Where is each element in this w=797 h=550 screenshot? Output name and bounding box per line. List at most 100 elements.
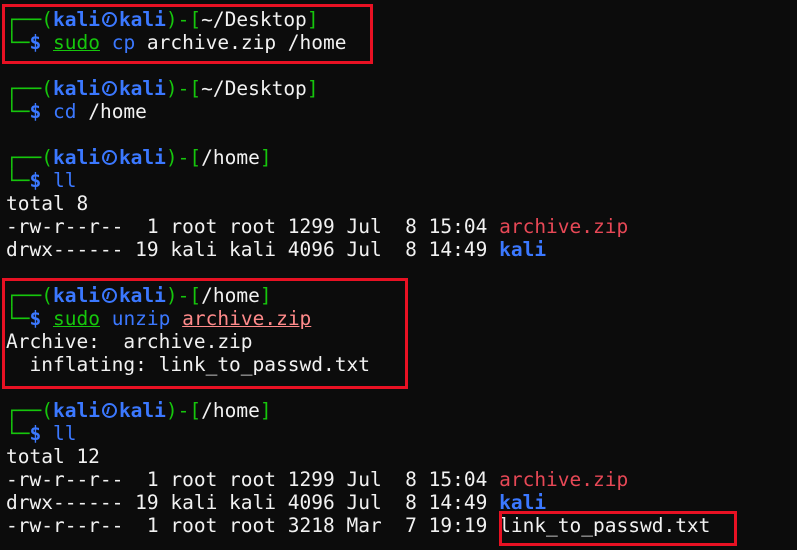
- prompt-user: kali: [52, 77, 100, 100]
- prompt-corner-top: ┌──(: [6, 399, 53, 422]
- kali-dragon-icon: [101, 81, 117, 96]
- prompt-dir-open: )-[: [165, 77, 202, 100]
- prompt-corner-bottom: └─: [6, 169, 30, 192]
- prompt-corner-top: ┌──(: [6, 8, 53, 31]
- prompt-corner-bottom: └─: [6, 31, 30, 54]
- command-token: archive.zip /home: [135, 31, 347, 54]
- prompt-dir-open: )-[: [165, 399, 202, 422]
- prompt-host: kali: [118, 284, 166, 307]
- command-token: unzip: [111, 307, 171, 330]
- command-token: [100, 307, 112, 330]
- file-name: kali: [499, 238, 547, 261]
- output-text: Archive: archive.zip: [6, 330, 253, 353]
- prompt-corner-bottom: └─: [6, 422, 30, 445]
- prompt-corner-top: ┌──(: [6, 284, 53, 307]
- prompt-dir-open: )-[: [165, 8, 202, 31]
- file-name: link_to_passwd.txt: [499, 514, 711, 537]
- file-name: archive.zip: [499, 215, 629, 238]
- prompt-user: kali: [52, 146, 100, 169]
- prompt-corner-bottom: └─: [6, 307, 30, 330]
- prompt-dir-open: )-[: [165, 284, 202, 307]
- output-line: drwx------ 19 kali kali 4096 Jul 8 14:49…: [6, 491, 710, 514]
- prompt-dir-close: ]: [259, 399, 272, 422]
- command-token: ll: [52, 422, 77, 445]
- prompt-user: kali: [52, 284, 100, 307]
- prompt-dir-close: ]: [306, 8, 319, 31]
- output-text: total 12: [6, 445, 100, 468]
- command-line: └─$ cd /home: [6, 100, 710, 123]
- command-line: └─$ ll: [6, 422, 710, 445]
- kali-dragon-icon: [101, 288, 117, 303]
- prompt-header-line: ┌──(kali kali)-[~/Desktop]: [6, 77, 710, 100]
- command-line: └─$ sudo cp archive.zip /home: [6, 31, 710, 54]
- prompt-dir-open: )-[: [165, 146, 202, 169]
- prompt-header-line: ┌──(kali kali)-[/home]: [6, 399, 710, 422]
- prompt-directory: /home: [201, 146, 260, 169]
- prompt-user: kali: [52, 8, 100, 31]
- command-token: ll: [52, 169, 77, 192]
- prompt-host: kali: [118, 77, 166, 100]
- output-line: total 8: [6, 192, 710, 215]
- command-token: [170, 307, 182, 330]
- command-token: cd: [52, 100, 77, 123]
- command-line: └─$ sudo unzip archive.zip: [6, 307, 710, 330]
- prompt-user: kali: [52, 399, 100, 422]
- prompt-host: kali: [118, 146, 166, 169]
- command-token: /home: [76, 100, 147, 123]
- prompt-dollar: $: [29, 307, 42, 330]
- command-token: archive.zip: [182, 307, 312, 330]
- prompt-dir-close: ]: [259, 146, 272, 169]
- command-token: [100, 31, 112, 54]
- output-text: -rw-r--r-- 1 root root 1299 Jul 8 15:04: [6, 468, 500, 491]
- output-line: -rw-r--r-- 1 root root 1299 Jul 8 15:04 …: [6, 215, 710, 238]
- prompt-directory: /home: [201, 284, 260, 307]
- output-text: drwx------ 19 kali kali 4096 Jul 8 14:49: [6, 491, 500, 514]
- prompt-header-line: ┌──(kali kali)-[/home]: [6, 284, 710, 307]
- file-name: archive.zip: [499, 468, 629, 491]
- prompt-host: kali: [118, 399, 166, 422]
- output-line: drwx------ 19 kali kali 4096 Jul 8 14:49…: [6, 238, 710, 261]
- kali-dragon-icon: [101, 150, 117, 165]
- prompt-corner-top: ┌──(: [6, 77, 53, 100]
- command-token: sudo: [52, 31, 100, 54]
- output-line: -rw-r--r-- 1 root root 1299 Jul 8 15:04 …: [6, 468, 710, 491]
- prompt-directory: ~/Desktop: [201, 8, 307, 31]
- file-name: kali: [499, 491, 547, 514]
- output-line: Archive: archive.zip: [6, 330, 710, 353]
- output-line: -rw-r--r-- 1 root root 3218 Mar 7 19:19 …: [6, 514, 710, 537]
- kali-dragon-icon: [101, 403, 117, 418]
- prompt-dollar: $: [29, 422, 42, 445]
- output-text: -rw-r--r-- 1 root root 3218 Mar 7 19:19: [6, 514, 500, 537]
- command-line: └─$ ll: [6, 169, 710, 192]
- prompt-dollar: $: [29, 31, 42, 54]
- prompt-header-line: ┌──(kali kali)-[/home]: [6, 146, 710, 169]
- output-line: inflating: link_to_passwd.txt: [6, 353, 710, 376]
- output-text: total 8: [6, 192, 89, 215]
- prompt-host: kali: [118, 8, 166, 31]
- prompt-dollar: $: [29, 169, 42, 192]
- prompt-directory: /home: [201, 399, 260, 422]
- prompt-corner-bottom: └─: [6, 100, 30, 123]
- command-token: cp: [111, 31, 136, 54]
- output-text: drwx------ 19 kali kali 4096 Jul 8 14:49: [6, 238, 500, 261]
- output-text: -rw-r--r-- 1 root root 1299 Jul 8 15:04: [6, 215, 500, 238]
- output-line: total 12: [6, 445, 710, 468]
- prompt-directory: ~/Desktop: [201, 77, 307, 100]
- prompt-dir-close: ]: [306, 77, 319, 100]
- terminal-output[interactable]: ┌──(kali kali)-[~/Desktop] └─$ sudo cp arc…: [6, 8, 710, 537]
- prompt-dollar: $: [29, 100, 42, 123]
- command-token: sudo: [52, 307, 100, 330]
- output-text: inflating: link_to_passwd.txt: [6, 353, 370, 376]
- prompt-corner-top: ┌──(: [6, 146, 53, 169]
- prompt-header-line: ┌──(kali kali)-[~/Desktop]: [6, 8, 710, 31]
- kali-dragon-icon: [101, 12, 117, 27]
